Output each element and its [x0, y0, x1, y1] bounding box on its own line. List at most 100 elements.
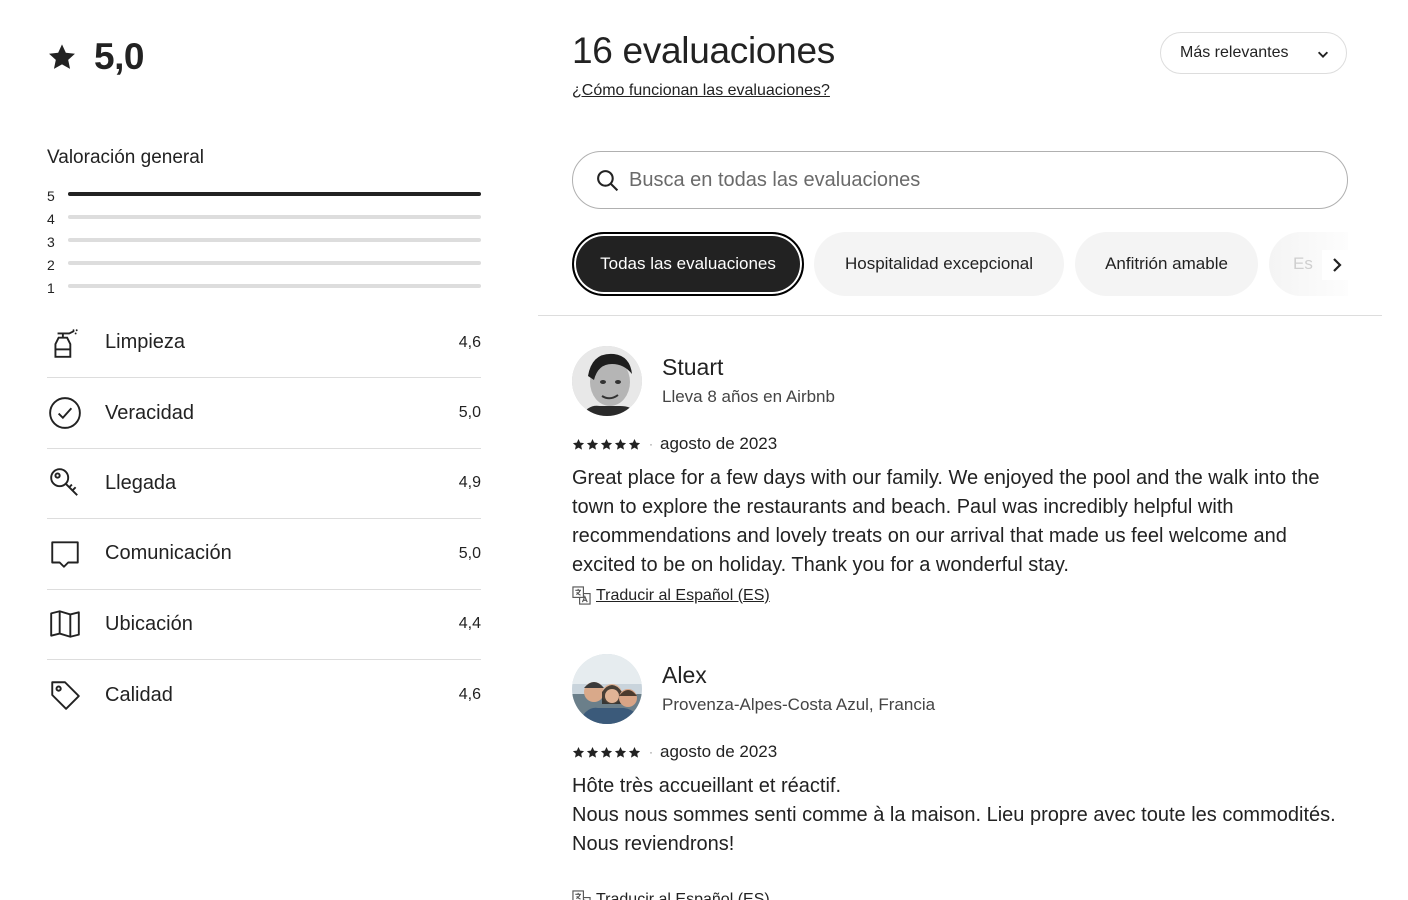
overall-score: 5,0: [94, 36, 144, 77]
reviews-count-heading: 16 evaluaciones: [572, 30, 835, 71]
check-circle-icon: [47, 395, 83, 431]
review-meta: · agosto de 2023: [572, 742, 777, 762]
category-value: 5,0: [458, 404, 481, 422]
star-icon: [572, 746, 585, 758]
translate-label: Traducir al Español (ES): [596, 890, 770, 900]
distribution-track: [68, 215, 481, 219]
category-value: 4,6: [458, 333, 481, 351]
review-body: Great place for a few days with our fami…: [572, 467, 1320, 576]
translate-icon: [572, 890, 591, 900]
distribution-title: Valoración general: [47, 147, 205, 168]
category-label: Llegada: [105, 471, 177, 494]
tag-icon: [47, 677, 83, 713]
category-label: Calidad: [105, 683, 173, 706]
chip-all-reviews[interactable]: Todas las evaluaciones: [572, 232, 804, 296]
distribution-star-count: 4: [47, 210, 55, 227]
translate-label: Traducir al Español (ES): [596, 586, 770, 604]
category-label: Limpieza: [105, 331, 186, 354]
category-value: 4,9: [458, 474, 481, 492]
search-input[interactable]: [629, 162, 1319, 198]
distribution-row: 2: [47, 253, 481, 276]
meta-separator: ·: [649, 745, 653, 759]
distribution-row: 5: [47, 184, 481, 207]
distribution-track: [68, 192, 481, 196]
star-icon: [586, 746, 599, 758]
distribution-star-count: 3: [47, 233, 55, 250]
distribution-star-count: 2: [47, 256, 55, 273]
distribution-fill: [68, 192, 481, 196]
chip-label: Anfitrión amable: [1105, 254, 1228, 273]
review-stars: [572, 438, 641, 451]
chevron-right-icon: [1333, 258, 1342, 272]
key-icon: [47, 465, 83, 501]
category-value: 4,4: [458, 615, 481, 633]
review-date: agosto de 2023: [660, 742, 778, 761]
review-item: Stuart Lleva 8 años en Airbnb · agosto d…: [572, 346, 1348, 616]
distribution-row: 1: [47, 276, 481, 299]
chat-bubble-icon: [47, 536, 83, 572]
category-cleanliness: Limpieza 4,6: [47, 308, 481, 379]
review-stars: [572, 746, 641, 759]
star-icon: [572, 438, 585, 450]
translate-icon: [572, 586, 591, 605]
category-value: 4,6: [458, 686, 481, 704]
review-body: Hôte très accueillant et réactif. Nous n…: [572, 772, 1342, 859]
distribution-star-count: 1: [47, 279, 55, 296]
chip-label: Es: [1293, 254, 1313, 273]
chip-label: Hospitalidad excepcional: [844, 254, 1034, 273]
star-icon: [600, 438, 613, 450]
how-reviews-work-link[interactable]: ¿Cómo funcionan las evaluaciones?: [572, 82, 830, 100]
distribution-star-count: 5: [47, 187, 55, 204]
category-ratings: Limpieza 4,6 Veracidad 5,0 Llegada 4,9 C…: [47, 308, 481, 730]
star-icon: [628, 438, 641, 450]
category-communication: Comunicación 5,0: [47, 519, 481, 590]
chips-next-button[interactable]: [1322, 250, 1352, 280]
rating-distribution: 5 4 3 2 1: [47, 184, 481, 299]
reviewer-subtitle: Provenza-Alpes-Costa Azul, Francia: [662, 695, 936, 714]
category-value-rating: Calidad 4,6: [47, 660, 481, 730]
reviewer-name: Alex: [662, 662, 707, 688]
review-body-line: Nous nous sommes senti comme à la maison…: [572, 804, 1336, 826]
avatar[interactable]: [572, 654, 642, 724]
distribution-row: 3: [47, 230, 481, 253]
distribution-track: [68, 261, 481, 265]
category-label: Veracidad: [105, 401, 194, 424]
category-label: Comunicación: [105, 542, 232, 565]
chip-label: Todas las evaluaciones: [600, 254, 776, 273]
review-date: agosto de 2023: [660, 434, 778, 453]
category-label: Ubicación: [105, 612, 193, 635]
spray-bottle-icon: [47, 325, 83, 361]
category-accuracy: Veracidad 5,0: [47, 378, 481, 449]
search-icon: [597, 170, 619, 192]
sort-label: Más relevantes: [1180, 44, 1289, 61]
overall-rating: 5,0: [47, 36, 144, 78]
star-icon: [586, 438, 599, 450]
map-icon: [47, 606, 83, 642]
reviewer-subtitle: Lleva 8 años en Airbnb: [662, 387, 835, 406]
translate-link[interactable]: Traducir al Español (ES): [572, 890, 770, 900]
star-icon: [614, 438, 627, 450]
chip-friendly-host[interactable]: Anfitrión amable: [1075, 232, 1258, 296]
star-icon: [614, 746, 627, 758]
category-location: Ubicación 4,4: [47, 590, 481, 660]
chevron-down-icon: [1317, 51, 1329, 58]
star-icon: [600, 746, 613, 758]
section-divider: [538, 315, 1382, 316]
review-body-line: Hôte très accueillant et réactif.: [572, 775, 842, 797]
star-icon: [49, 44, 75, 69]
distribution-track: [68, 238, 481, 242]
meta-separator: ·: [649, 437, 653, 451]
review-filter-chips: Todas las evaluaciones Hospitalidad exce…: [572, 232, 1348, 296]
review-body-line: Nous reviendrons!: [572, 833, 735, 855]
chip-exceptional-hospitality[interactable]: Hospitalidad excepcional: [814, 232, 1064, 296]
distribution-track: [68, 284, 481, 288]
review-meta: · agosto de 2023: [572, 434, 777, 454]
translate-link[interactable]: Traducir al Español (ES): [572, 586, 770, 605]
avatar[interactable]: [572, 346, 642, 416]
reviewer-name: Stuart: [662, 354, 724, 380]
sort-dropdown[interactable]: Más relevantes: [1160, 32, 1347, 74]
category-value: 5,0: [458, 544, 481, 562]
star-icon: [628, 746, 641, 758]
review-search-box[interactable]: [572, 151, 1348, 209]
distribution-row: 4: [47, 207, 481, 230]
